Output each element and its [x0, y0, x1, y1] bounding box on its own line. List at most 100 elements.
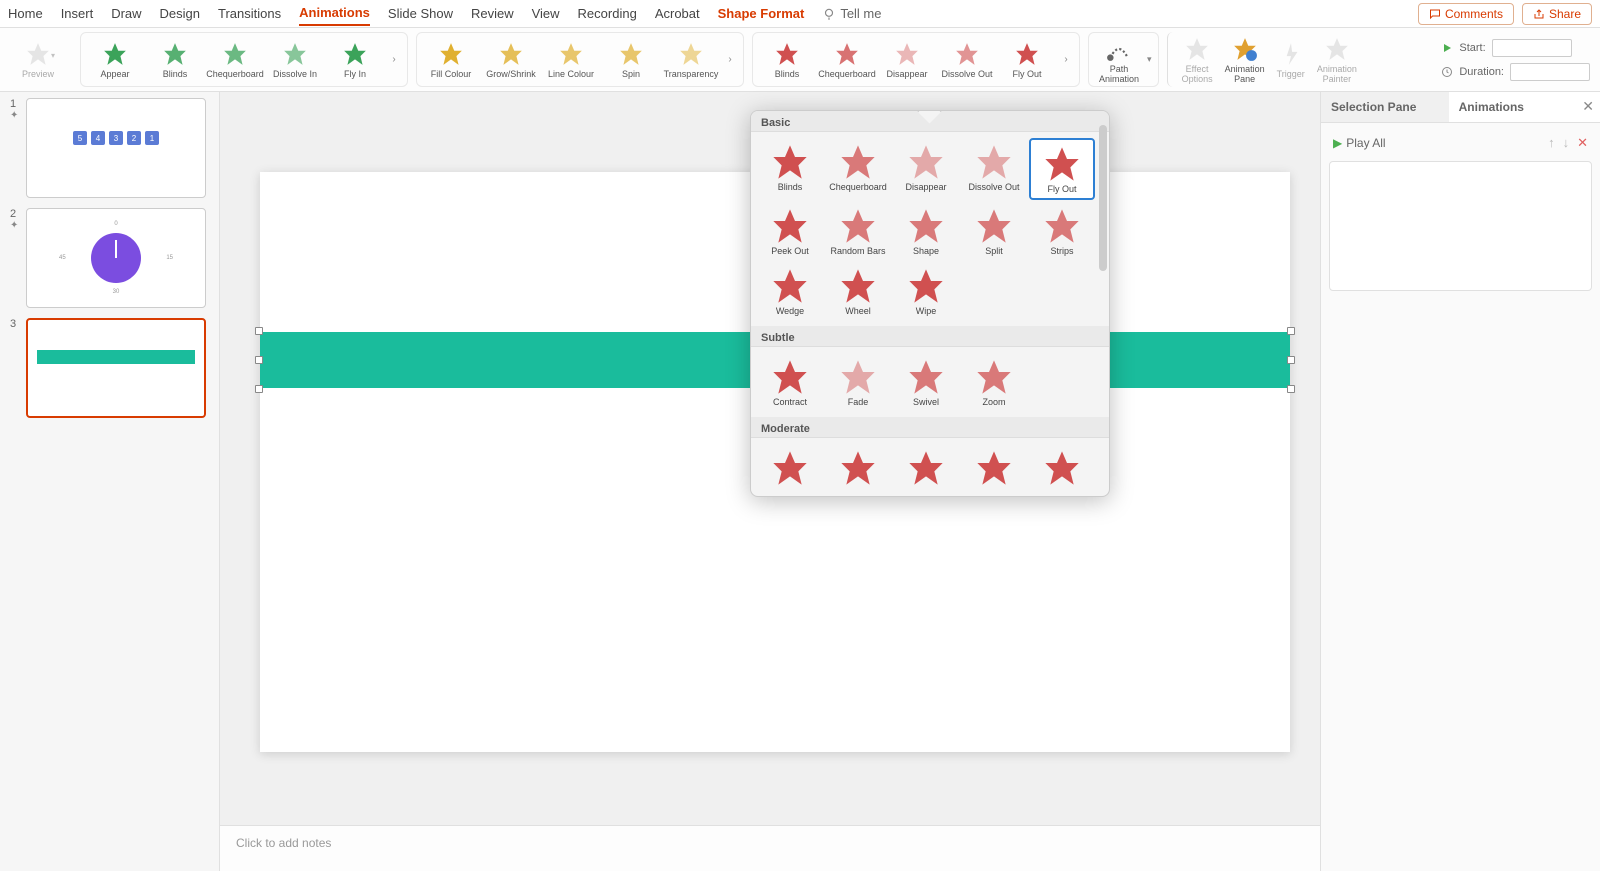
gallery-item-random-bars[interactable]: Random Bars	[825, 202, 891, 260]
tab-acrobat[interactable]: Acrobat	[655, 2, 700, 25]
ribbon: ▾ Preview Appear Blinds Chequerboard Dis…	[0, 28, 1600, 92]
gallery-item-peek-out[interactable]: Peek Out	[757, 202, 823, 260]
anim-appear[interactable]: Appear	[87, 41, 143, 79]
gallery-section-moderate: Moderate	[751, 417, 1109, 438]
tab-animations-pane[interactable]: Animations	[1449, 92, 1577, 122]
tab-transitions[interactable]: Transitions	[218, 2, 281, 25]
gallery-item-fly-out[interactable]: Fly Out	[1029, 138, 1095, 200]
duration-label: Duration:	[1459, 66, 1504, 78]
notes-pane[interactable]: Click to add notes	[220, 825, 1320, 871]
path-animation-group: PathAnimation ▾	[1088, 32, 1159, 87]
close-pane-button[interactable]: ✕	[1576, 92, 1600, 122]
tab-insert[interactable]: Insert	[61, 2, 94, 25]
preview-button[interactable]: ▾ Preview	[10, 41, 66, 79]
gallery-scrollbar[interactable]	[1099, 125, 1107, 490]
gallery-item-chequerboard[interactable]: Chequerboard	[825, 138, 891, 200]
slide-thumb-1[interactable]: 54321	[26, 98, 206, 198]
gallery-item-unknown[interactable]	[1029, 444, 1095, 492]
anim-indicator-icon: ✦	[10, 110, 20, 121]
play-all-button[interactable]: Play All	[1346, 136, 1385, 150]
tab-home[interactable]: Home	[8, 2, 43, 25]
anim-disappear-exit[interactable]: Disappear	[879, 41, 935, 79]
gallery-item-unknown[interactable]	[893, 444, 959, 492]
emphasis-more[interactable]: ›	[723, 35, 737, 85]
gallery-item-blinds[interactable]: Blinds	[757, 138, 823, 200]
tab-shape-format[interactable]: Shape Format	[718, 2, 805, 25]
gallery-item-split[interactable]: Split	[961, 202, 1027, 260]
tab-animations[interactable]: Animations	[299, 1, 370, 26]
anim-fill-colour[interactable]: Fill Colour	[423, 41, 479, 79]
gallery-item-dissolve-out[interactable]: Dissolve Out	[961, 138, 1027, 200]
animation-painter-button[interactable]: AnimationPainter	[1313, 36, 1361, 84]
clock-icon	[1441, 66, 1453, 78]
slide-thumb-2[interactable]: 0 15 30 45	[26, 208, 206, 308]
effect-options-button[interactable]: EffectOptions	[1178, 36, 1217, 84]
anim-line-colour[interactable]: Line Colour	[543, 41, 599, 79]
gallery-item-wheel[interactable]: Wheel	[825, 262, 891, 320]
gallery-section-subtle: Subtle	[751, 326, 1109, 347]
gallery-item-swivel[interactable]: Swivel	[893, 353, 959, 411]
tab-bar: Home Insert Draw Design Transitions Anim…	[0, 0, 1600, 28]
delete-icon[interactable]: ✕	[1577, 135, 1588, 151]
gallery-item-unknown[interactable]	[825, 444, 891, 492]
anim-chequerboard[interactable]: Chequerboard	[207, 41, 263, 79]
anim-dissolve-out[interactable]: Dissolve Out	[939, 41, 995, 79]
tab-draw[interactable]: Draw	[111, 2, 141, 25]
gallery-item-disappear[interactable]: Disappear	[893, 138, 959, 200]
move-up-icon[interactable]: ↑	[1548, 135, 1555, 151]
anim-dissolve-in[interactable]: Dissolve In	[267, 41, 323, 79]
gallery-section-basic: Basic	[751, 111, 1109, 132]
duration-input[interactable]	[1510, 63, 1590, 81]
path-animation-button[interactable]: PathAnimation	[1095, 36, 1143, 84]
bulb-icon	[822, 7, 836, 21]
move-down-icon[interactable]: ↓	[1563, 135, 1570, 151]
gallery-item-fade[interactable]: Fade	[825, 353, 891, 411]
entrance-gallery: Appear Blinds Chequerboard Dissolve In F…	[80, 32, 408, 87]
gallery-item-unknown[interactable]	[757, 444, 823, 492]
slide-thumbnails: 1✦ 54321 2✦ 0 15 30 45 3	[0, 92, 220, 871]
gallery-item-strips[interactable]: Strips	[1029, 202, 1095, 260]
tab-view[interactable]: View	[532, 2, 560, 25]
path-icon	[1106, 36, 1132, 62]
tab-selection-pane[interactable]: Selection Pane	[1321, 92, 1449, 122]
comments-button[interactable]: Comments	[1418, 3, 1514, 25]
exit-gallery: Blinds Chequerboard Disappear Dissolve O…	[752, 32, 1080, 87]
play-icon: ▶	[1333, 136, 1342, 150]
tab-design[interactable]: Design	[160, 2, 200, 25]
anim-blinds-exit[interactable]: Blinds	[759, 41, 815, 79]
exit-animation-gallery-popup: Basic BlindsChequerboardDisappearDissolv…	[750, 110, 1110, 497]
comment-icon	[1429, 8, 1441, 20]
start-select[interactable]	[1492, 39, 1572, 57]
exit-more[interactable]: ›	[1059, 35, 1073, 85]
slide-thumb-3[interactable]	[26, 318, 206, 418]
start-label: Start:	[1459, 42, 1485, 54]
anim-blinds[interactable]: Blinds	[147, 41, 203, 79]
anim-chequerboard-exit[interactable]: Chequerboard	[819, 41, 875, 79]
side-pane: Selection Pane Animations ✕ ▶ Play All ↑…	[1320, 92, 1600, 871]
anim-fly-out[interactable]: Fly Out	[999, 41, 1055, 79]
tab-recording[interactable]: Recording	[578, 2, 637, 25]
anim-transparency[interactable]: Transparency	[663, 41, 719, 79]
gallery-item-zoom[interactable]: Zoom	[961, 353, 1027, 411]
play-icon	[1441, 42, 1453, 54]
tab-review[interactable]: Review	[471, 2, 514, 25]
chevron-down-icon: ▾	[51, 51, 55, 60]
share-button[interactable]: Share	[1522, 3, 1592, 25]
slide-number: 3	[10, 318, 20, 330]
gallery-item-shape[interactable]: Shape	[893, 202, 959, 260]
chevron-down-icon[interactable]: ▾	[1147, 54, 1152, 65]
gallery-item-wedge[interactable]: Wedge	[757, 262, 823, 320]
anim-spin[interactable]: Spin	[603, 41, 659, 79]
gallery-item-unknown[interactable]	[961, 444, 1027, 492]
gallery-item-wipe[interactable]: Wipe	[893, 262, 959, 320]
tab-slideshow[interactable]: Slide Show	[388, 2, 453, 25]
animation-pane-button[interactable]: AnimationPane	[1221, 36, 1269, 84]
emphasis-gallery: Fill Colour Grow/Shrink Line Colour Spin…	[416, 32, 744, 87]
anim-fly-in[interactable]: Fly In	[327, 41, 383, 79]
tell-me[interactable]: Tell me	[822, 6, 881, 21]
trigger-button[interactable]: Trigger	[1273, 41, 1309, 79]
entrance-more[interactable]: ›	[387, 35, 401, 85]
anim-grow-shrink[interactable]: Grow/Shrink	[483, 41, 539, 79]
gallery-item-contract[interactable]: Contract	[757, 353, 823, 411]
animation-list[interactable]	[1329, 161, 1592, 291]
